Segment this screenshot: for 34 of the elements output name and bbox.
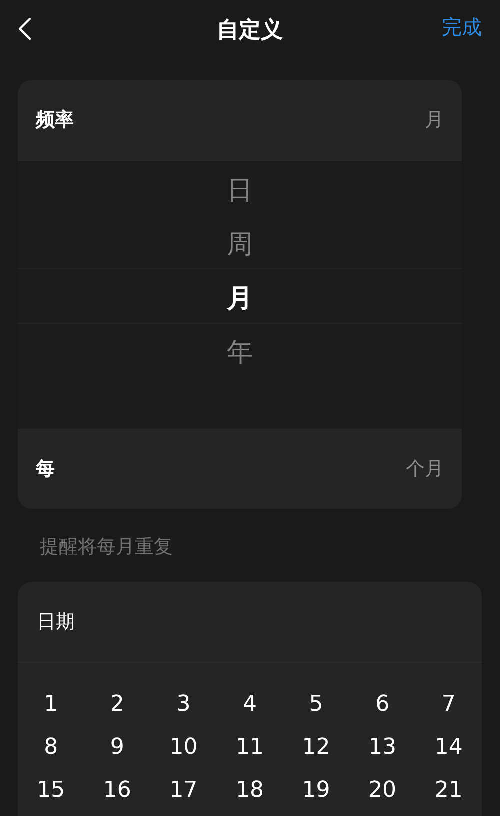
calendar-day[interactable]: 8 — [44, 729, 58, 766]
back-icon[interactable] — [18, 17, 32, 41]
calendar-day[interactable]: 9 — [110, 729, 124, 766]
done-button[interactable]: 完成 — [442, 14, 482, 41]
interval-value[interactable]: 个月 — [406, 456, 444, 482]
frequency-label: 频率 — [36, 108, 74, 133]
repeat-hint: 提醒将每月重复 — [40, 535, 174, 560]
picker-option[interactable]: 周 — [220, 218, 260, 272]
calendar-day[interactable]: 11 — [236, 729, 264, 766]
calendar-day[interactable]: 16 — [103, 772, 132, 809]
date-label: 日期 — [37, 610, 75, 635]
calendar-day[interactable]: 4 — [242, 686, 257, 723]
calendar-day[interactable]: 2 — [110, 686, 124, 723]
calendar-day[interactable]: 6 — [376, 686, 390, 723]
calendar-day[interactable]: 20 — [368, 772, 397, 809]
calendar-day[interactable]: 19 — [302, 772, 330, 809]
calendar-day[interactable]: 10 — [170, 729, 198, 766]
picker-option[interactable]: 日 — [220, 164, 260, 218]
picker-option[interactable]: 月 — [220, 272, 260, 326]
frequency-value[interactable]: 月 — [425, 107, 444, 133]
calendar-day[interactable]: 21 — [434, 772, 463, 809]
calendar-day[interactable]: 12 — [302, 729, 330, 766]
calendar-day[interactable]: 5 — [309, 686, 324, 723]
calendar-day[interactable]: 15 — [37, 772, 66, 809]
calendar-day[interactable]: 7 — [442, 686, 456, 723]
calendar-day[interactable]: 18 — [236, 772, 264, 809]
calendar-day[interactable]: 14 — [434, 729, 463, 766]
calendar-day[interactable]: 3 — [176, 686, 191, 723]
calendar-day[interactable]: 13 — [368, 729, 397, 766]
every-label: 每 — [36, 457, 55, 482]
screen-title: 自定义 — [217, 16, 283, 45]
picker-option[interactable]: 年 — [220, 326, 260, 380]
calendar-day[interactable]: 17 — [170, 772, 198, 809]
calendar-day[interactable]: 1 — [44, 686, 58, 723]
